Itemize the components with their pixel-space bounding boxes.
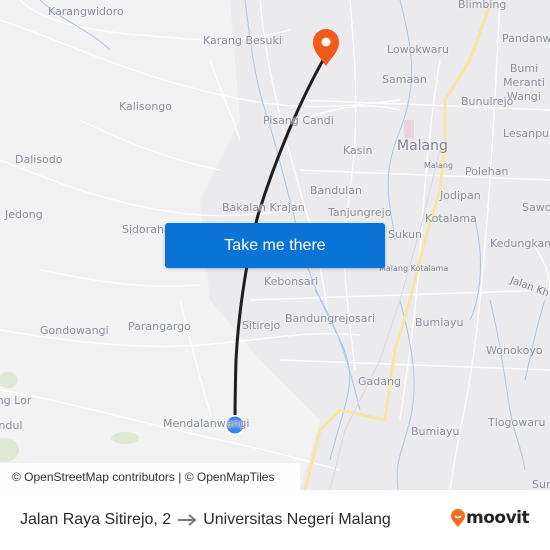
place-label: Sitirejo <box>242 319 281 332</box>
place-label: Gondowangi <box>40 324 109 337</box>
moovit-logo[interactable]: moovit <box>450 508 530 528</box>
map-attribution: © OpenStreetMap contributors | © OpenMap… <box>0 463 300 490</box>
place-label: Lowokwaru <box>387 43 449 56</box>
place-label: Parangargo <box>128 320 191 333</box>
place-label: Bunulrejo <box>461 95 514 108</box>
place-label: Bumiayu <box>411 425 460 438</box>
place-label: Pisang Candi <box>263 114 334 127</box>
place-label: Kedungkandang <box>490 237 550 250</box>
place-label: Jedong Lor <box>0 394 32 407</box>
place-label: Lesanpuro <box>503 127 550 140</box>
attribution-text[interactable]: © OpenStreetMap contributors | © OpenMap… <box>12 470 274 484</box>
place-label: Kalisongo <box>119 100 173 113</box>
city-block <box>404 120 414 138</box>
place-label: Kotalama <box>425 212 477 225</box>
place-label: Tanjungrejo <box>328 206 392 219</box>
place-label: Kasin <box>343 144 373 157</box>
moovit-pin-icon <box>451 509 465 527</box>
place-label: Samaan <box>382 73 427 86</box>
place-label: Malang Kotalama <box>379 264 449 273</box>
place-label: Tlogowaru <box>488 416 546 429</box>
place-label: Gadang <box>358 375 401 388</box>
map[interactable]: Karangwidoro Karang Besuki Blimbing Lowo… <box>0 0 550 490</box>
place-label: Blimbing <box>458 0 507 11</box>
place-label: Kendul <box>0 419 23 432</box>
place-label: Kebonsari <box>264 275 319 288</box>
place-label: Sawojajar <box>522 201 550 214</box>
destination-name: Universitas Negeri Malang <box>203 511 391 528</box>
footer: Jalan Raya Sitirejo, 2 Universitas Neger… <box>0 490 550 550</box>
route-summary: Jalan Raya Sitirejo, 2 Universitas Neger… <box>20 511 391 529</box>
take-me-there-button[interactable]: Take me there <box>165 223 385 268</box>
place-label: Jedong <box>5 208 43 221</box>
place-label: Bandungrejosari <box>285 312 376 325</box>
place-label: Malang <box>397 138 448 154</box>
place-label: Bumiayu <box>415 316 464 329</box>
place-label: Bakalan Krajan <box>222 201 305 214</box>
place-label: Polehan <box>465 165 509 178</box>
place-label: Karang Besuki <box>203 34 282 47</box>
place-label: Mendalanwangi <box>163 417 250 430</box>
place-label: Jodipan <box>440 189 481 202</box>
place-label: Pandanwangi <box>502 32 550 45</box>
place-label: Sumber <box>532 478 550 490</box>
place-label: Dalisodo <box>15 153 63 166</box>
brand-name: moovit <box>466 508 530 528</box>
place-label: Karangwidoro <box>48 5 124 18</box>
arrow-right-icon <box>177 511 197 529</box>
place-label: Sukun <box>388 228 422 241</box>
origin-name: Jalan Raya Sitirejo, 2 <box>20 511 172 528</box>
place-label: Malang <box>424 161 454 170</box>
place-label: Bandulan <box>310 184 362 197</box>
place-label: Wonokoyo <box>486 344 543 357</box>
